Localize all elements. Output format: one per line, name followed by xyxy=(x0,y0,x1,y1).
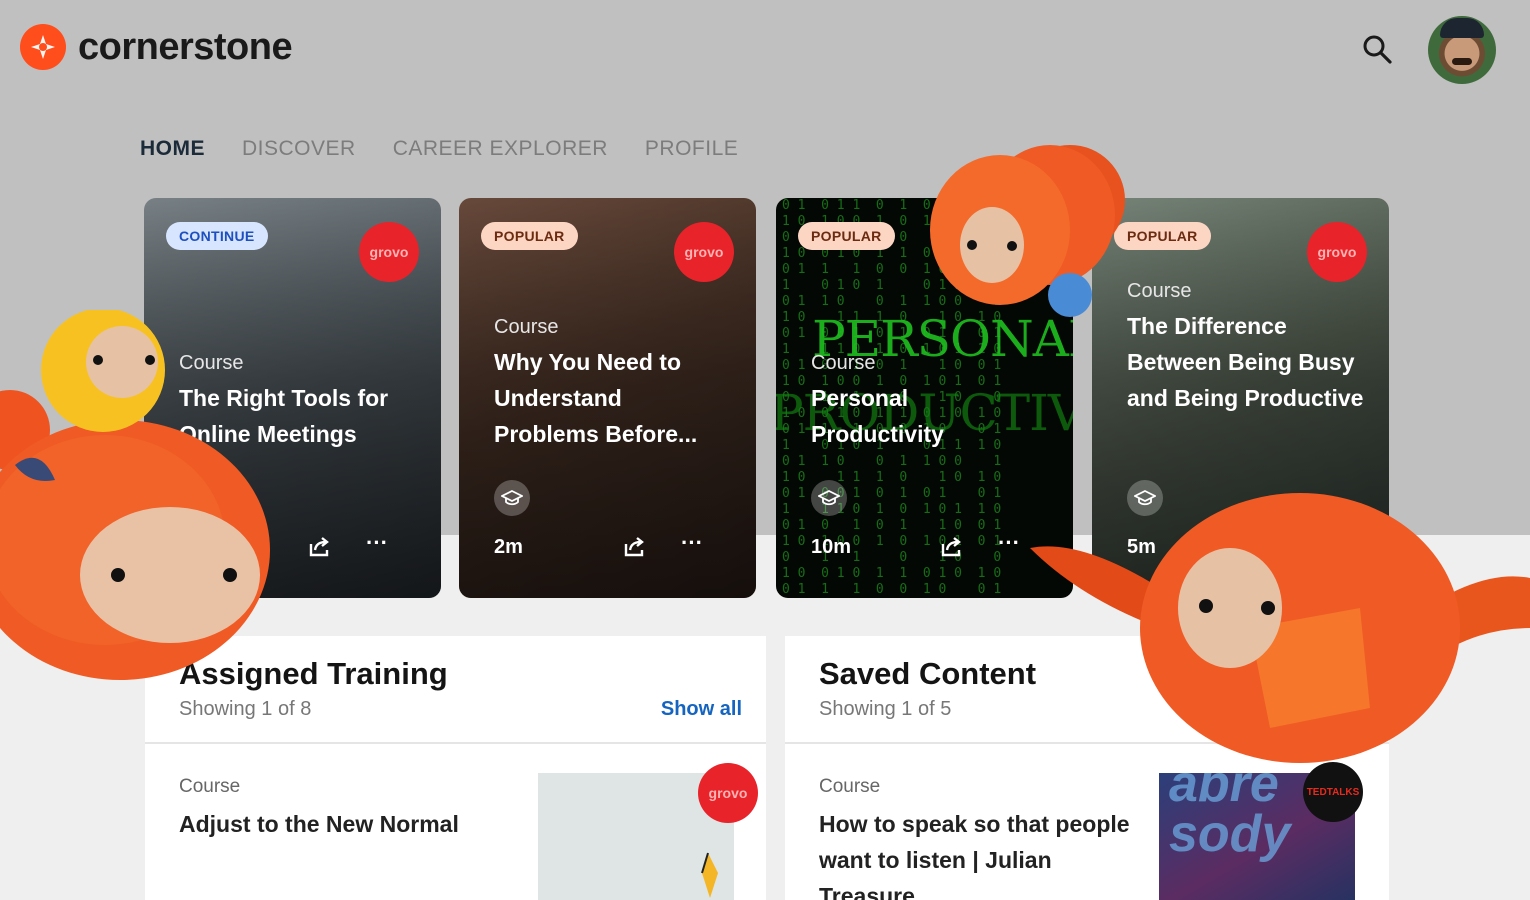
status-badge: POPULAR xyxy=(1114,222,1211,250)
card-type: Course xyxy=(494,316,559,338)
status-badge: POPULAR xyxy=(798,222,895,250)
share-icon[interactable] xyxy=(306,534,332,560)
card-title: Why You Need to Understand Problems Befo… xyxy=(494,349,698,447)
graduation-cap-icon xyxy=(811,480,847,516)
course-card[interactable]: CONTINUE grovo Course The Right Tools fo… xyxy=(144,198,441,598)
user-avatar[interactable] xyxy=(1428,16,1496,84)
brand-name: cornerstone xyxy=(78,25,293,68)
graduation-cap-icon xyxy=(494,480,530,516)
card-duration: 5m xyxy=(1127,536,1156,558)
item-type: Course xyxy=(179,776,241,797)
provider-logo: TEDTALKS xyxy=(1303,762,1363,822)
card-type: Course xyxy=(179,352,244,374)
course-card[interactable]: 0 1 0 1 1 0 1 0 1 0 1 0 1 0 1 0 0 1 0 1 … xyxy=(776,198,1073,598)
thumbnail-illustration xyxy=(701,852,718,898)
nav-career-explorer[interactable]: CAREER EXPLORER xyxy=(393,137,608,161)
panel-title: Assigned Training xyxy=(179,656,448,691)
divider xyxy=(785,742,1389,744)
provider-logo: grovo xyxy=(674,222,734,282)
showing-count: Showing 1 of 8 xyxy=(179,698,312,720)
panel-title: Saved Content xyxy=(819,656,1037,691)
cornerstone-logo[interactable]: cornerstone xyxy=(20,24,293,70)
item-title[interactable]: Adjust to the New Normal xyxy=(179,806,499,842)
course-card[interactable]: POPULAR grovo Course The Difference Betw… xyxy=(1092,198,1389,598)
provider-logo: grovo xyxy=(698,763,758,823)
nav-discover[interactable]: DISCOVER xyxy=(242,137,356,161)
card-title: Personal Productivity xyxy=(811,385,944,447)
graduation-cap-icon xyxy=(1127,480,1163,516)
card-duration: 10m xyxy=(811,536,852,558)
card-title: The Right Tools for Online Meetings xyxy=(179,385,389,447)
main-nav: HOME DISCOVER CAREER EXPLORER PROFILE xyxy=(140,137,738,161)
more-options-icon[interactable]: ··· xyxy=(364,532,390,558)
share-icon[interactable] xyxy=(938,534,964,560)
card-title: The Difference Between Being Busy and Be… xyxy=(1127,313,1364,411)
more-options-icon[interactable]: ··· xyxy=(996,532,1022,558)
status-badge: CONTINUE xyxy=(166,222,268,250)
search-button[interactable] xyxy=(1360,32,1394,66)
provider-logo: grovo xyxy=(1307,222,1367,282)
card-duration: 2m xyxy=(494,536,523,558)
course-card[interactable]: POPULAR grovo Course Why You Need to Und… xyxy=(459,198,756,598)
thumbnail-text: abre sody xyxy=(1169,773,1291,863)
search-icon xyxy=(1363,35,1392,64)
nav-home[interactable]: HOME xyxy=(140,137,205,161)
showing-count: Showing 1 of 5 xyxy=(819,698,952,720)
divider xyxy=(145,742,766,744)
assigned-training-panel: Assigned Training Showing 1 of 8 Show al… xyxy=(145,636,766,900)
item-thumbnail[interactable]: grovo xyxy=(538,763,758,900)
item-type: Course xyxy=(819,776,881,797)
share-icon[interactable] xyxy=(621,534,647,560)
card-type: Course xyxy=(1127,280,1192,302)
card-type: Course xyxy=(811,352,876,374)
cornerstone-logo-mark-icon xyxy=(20,24,66,70)
saved-content-panel: Saved Content Showing 1 of 5 Course How … xyxy=(785,636,1389,900)
status-badge: POPULAR xyxy=(481,222,578,250)
nav-profile[interactable]: PROFILE xyxy=(645,137,738,161)
more-options-icon[interactable]: ··· xyxy=(679,532,705,558)
provider-logo: grovo xyxy=(359,222,419,282)
show-all-link[interactable]: Show all xyxy=(661,698,742,721)
item-title[interactable]: How to speak so that people want to list… xyxy=(819,806,1139,900)
